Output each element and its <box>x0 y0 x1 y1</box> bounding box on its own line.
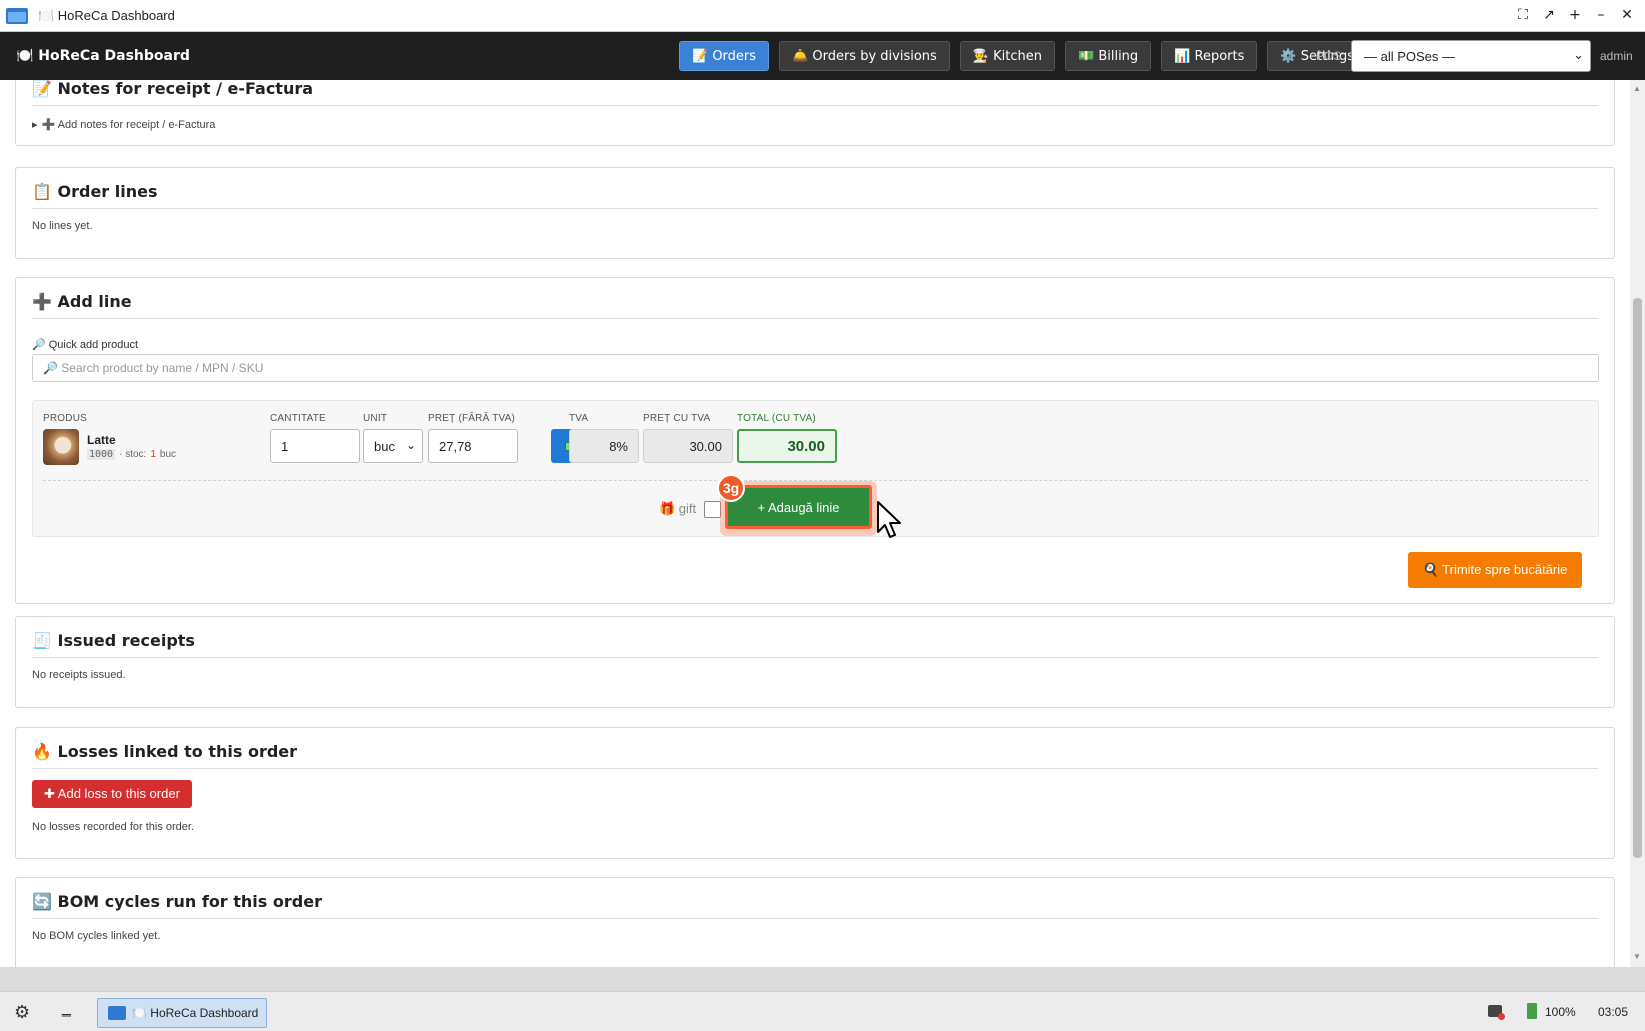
taskbar-window-label: 🍽️ HoReCa Dashboard <box>132 1006 259 1020</box>
pos-select[interactable]: — all POSes — ⌄ <box>1351 40 1591 72</box>
stock-label: · stoc: <box>119 449 147 460</box>
minimize-icon[interactable]: – <box>1591 5 1611 25</box>
divider <box>32 208 1598 209</box>
order-lines-empty: No lines yet. <box>32 220 93 232</box>
top-navbar: 🍽️ HoReCa Dashboard 📝 Orders 🛎️ Orders b… <box>0 32 1645 80</box>
total-field: 30.00 <box>737 429 837 463</box>
product-meta: 1000 · stoc: 1 buc <box>87 449 176 460</box>
pos-select-value: — all POSes — <box>1364 48 1456 64</box>
price-net-input[interactable]: 27,78 <box>428 429 518 463</box>
file-manager-icon <box>6 7 28 24</box>
taskbar: ⚙ ‗ 🍽️ HoReCa Dashboard 100% 03:05 <box>0 991 1645 1031</box>
add-line-button[interactable]: + Adaugă linie <box>725 485 872 529</box>
product-code: 1000 <box>87 449 116 460</box>
nav-buttons: 📝 Orders 🛎️ Orders by divisions 👨‍🍳 Kitc… <box>679 41 1368 71</box>
col-vat-label: TVA <box>569 413 589 424</box>
main-content: 📝 Notes for receipt / e-Factura ▸ ➕ Add … <box>0 80 1630 967</box>
add-line-card: ➕ Add line 🔎 Quick add product 🔎 Search … <box>15 277 1615 604</box>
notes-summary-label: ➕ Add notes for receipt / e-Factura <box>41 119 216 131</box>
divider <box>32 318 1598 319</box>
notes-summary[interactable]: ▸ ➕ Add notes for receipt / e-Factura <box>32 118 215 131</box>
fullscreen-icon[interactable]: ⛶ <box>1513 5 1533 25</box>
stock-unit: buc <box>159 449 177 460</box>
order-lines-title: 📋 Order lines <box>32 182 158 201</box>
chevron-down-icon: ⌄ <box>405 438 416 452</box>
divider <box>32 105 1598 106</box>
user-label[interactable]: admin <box>1600 49 1633 63</box>
line-editor: PRODUS CANTITATE UNIT PREȚ (FĂRĂ TVA) TV… <box>32 400 1599 537</box>
notes-title: 📝 Notes for receipt / e-Factura <box>32 80 314 98</box>
nav-reports-button[interactable]: 📊 Reports <box>1161 41 1258 71</box>
mouse-cursor-icon <box>877 501 901 538</box>
unit-select-value: buc <box>374 438 395 454</box>
col-total-label: TOTAL (CU TVA) <box>737 413 816 424</box>
settings-gear-icon[interactable]: ⚙ <box>14 1002 30 1023</box>
nav-billing-button[interactable]: 💵 Billing <box>1065 41 1152 71</box>
add-line-title: ➕ Add line <box>32 292 132 311</box>
vat-field: 8% <box>569 429 639 463</box>
unit-select[interactable]: buc ⌄ <box>363 429 423 463</box>
new-window-icon[interactable]: + <box>1565 5 1585 25</box>
nav-kitchen-button[interactable]: 👨‍🍳 Kitchen <box>959 41 1055 71</box>
send-to-kitchen-button[interactable]: 🍳 Trimite spre bucătărie <box>1408 552 1582 588</box>
taskbar-window-button[interactable]: 🍽️ HoReCa Dashboard <box>97 998 267 1028</box>
brand-title[interactable]: 🍽️ HoReCa Dashboard <box>16 48 190 64</box>
file-manager-icon <box>108 1006 126 1020</box>
close-icon[interactable]: ✕ <box>1617 5 1637 25</box>
price-gross-field: 30.00 <box>643 429 733 463</box>
clock[interactable]: 03:05 <box>1598 1005 1628 1019</box>
gift-label: 🎁 gift <box>659 501 697 516</box>
scroll-down-icon[interactable]: ▼ <box>1633 952 1641 961</box>
gift-checkbox[interactable] <box>704 501 721 518</box>
battery-icon[interactable] <box>1527 1003 1537 1019</box>
col-unit-label: UNIT <box>363 413 388 424</box>
vertical-scrollbar[interactable]: ▲ ▼ <box>1630 80 1645 967</box>
product-name: Latte <box>87 433 116 447</box>
col-product-label: PRODUS <box>43 413 87 424</box>
step-badge: 3g <box>717 474 745 502</box>
chevron-down-icon: ⌄ <box>1573 47 1584 62</box>
window-title: 🍽️ HoReCa Dashboard <box>38 7 175 23</box>
window-titlebar: 🍽️ HoReCa Dashboard ⛶ ↗ + – ✕ <box>0 0 1645 32</box>
col-qty-label: CANTITATE <box>270 413 326 424</box>
product-thumbnail <box>43 429 79 465</box>
show-desktop-icon[interactable]: ‗ <box>62 1000 71 1018</box>
quantity-input[interactable]: 1 <box>270 429 360 463</box>
battery-percent: 100% <box>1545 1005 1576 1019</box>
product-search-input[interactable]: 🔎 Search product by name / MPN / SKU <box>32 354 1599 382</box>
restore-icon[interactable]: ↗ <box>1539 5 1559 25</box>
scroll-up-icon[interactable]: ▲ <box>1633 84 1641 93</box>
scrollbar-thumb[interactable] <box>1633 298 1642 858</box>
nav-orders-button[interactable]: 📝 Orders <box>679 41 770 71</box>
notes-card: 📝 Notes for receipt / e-Factura ▸ ➕ Add … <box>15 80 1615 146</box>
nav-orders-by-divisions-button[interactable]: 🛎️ Orders by divisions <box>779 41 950 71</box>
network-disconnected-icon[interactable] <box>1488 1005 1505 1020</box>
stock-value: 1 <box>150 449 156 460</box>
col-price-net-label: PREȚ (FĂRĂ TVA) <box>428 413 516 424</box>
order-lines-card: 📋 Order lines No lines yet. <box>15 167 1615 259</box>
disclosure-triangle-icon: ▸ <box>32 119 38 131</box>
col-price-gross-label: PREȚ CU TVA <box>643 413 711 424</box>
quick-add-label: 🔎 Quick add product <box>32 339 139 351</box>
window-controls: ⛶ ↗ + – ✕ <box>1513 5 1637 25</box>
pos-label: POS: <box>1316 49 1345 63</box>
